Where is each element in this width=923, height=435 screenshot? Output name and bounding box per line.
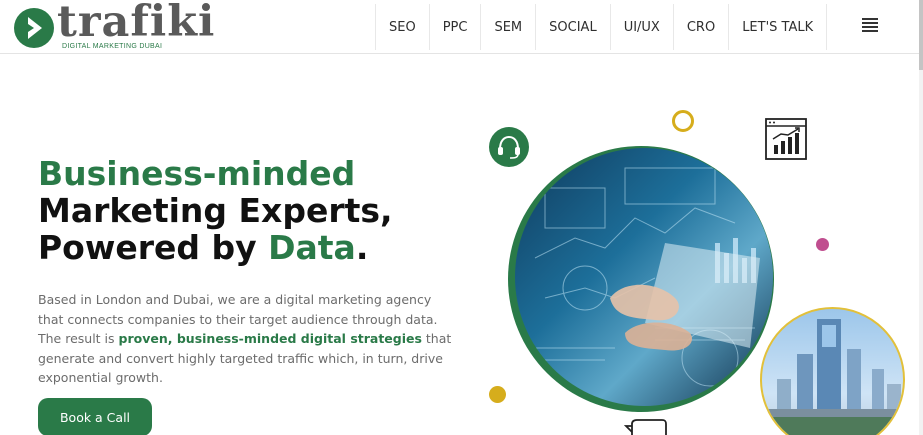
decorative-yellow-dot (489, 386, 506, 403)
nav-item-uiux[interactable]: UI/UX (611, 4, 674, 50)
hero-title: Business-minded Marketing Experts, Power… (38, 155, 468, 266)
analytics-chart-icon (764, 117, 808, 161)
chat-bubble-icon (623, 418, 668, 435)
hero-title-line3-c: . (355, 228, 369, 267)
dubai-city-image (760, 307, 905, 435)
logo-tagline: DIGITAL MARKETING DUBAI (62, 43, 163, 50)
nav-item-sem[interactable]: SEM (481, 4, 537, 50)
nav-item-ppc[interactable]: PPC (430, 4, 482, 50)
brand-logo[interactable]: trafiki DIGITAL MARKETING DUBAI (12, 0, 214, 52)
logo-wordmark: trafiki (57, 0, 216, 47)
hero-title-line3-a: Powered by (38, 228, 269, 267)
nav-item-lets-talk[interactable]: LET'S TALK (729, 4, 828, 50)
hero-title-line3-b: Data (268, 228, 356, 267)
hero-description: Based in London and Dubai, we are a digi… (38, 290, 453, 388)
nav-item-social[interactable]: SOCIAL (536, 4, 611, 50)
hero-description-strong: proven, business-minded digital strategi… (118, 331, 422, 346)
scrollbar-thumb[interactable] (919, 0, 923, 70)
hero-title-line1: Business-minded (38, 154, 356, 193)
nav-item-cro[interactable]: CRO (674, 4, 730, 50)
book-a-call-button[interactable]: Book a Call (38, 398, 152, 435)
decorative-pink-dot (816, 238, 829, 251)
hamburger-icon[interactable] (862, 18, 878, 32)
logo-arrow-icon (14, 8, 54, 48)
nav-item-seo[interactable]: SEO (375, 4, 430, 50)
main-nav: SEO PPC SEM SOCIAL UI/UX CRO LET'S TALK (375, 4, 828, 50)
site-header: trafiki DIGITAL MARKETING DUBAI SEO PPC … (0, 0, 923, 54)
headset-icon (489, 127, 529, 167)
decorative-yellow-ring (672, 110, 694, 132)
hero-title-line2: Marketing Experts, (38, 191, 393, 230)
page-scrollbar[interactable] (919, 0, 923, 435)
hands-on-laptop-data-image (515, 148, 773, 406)
